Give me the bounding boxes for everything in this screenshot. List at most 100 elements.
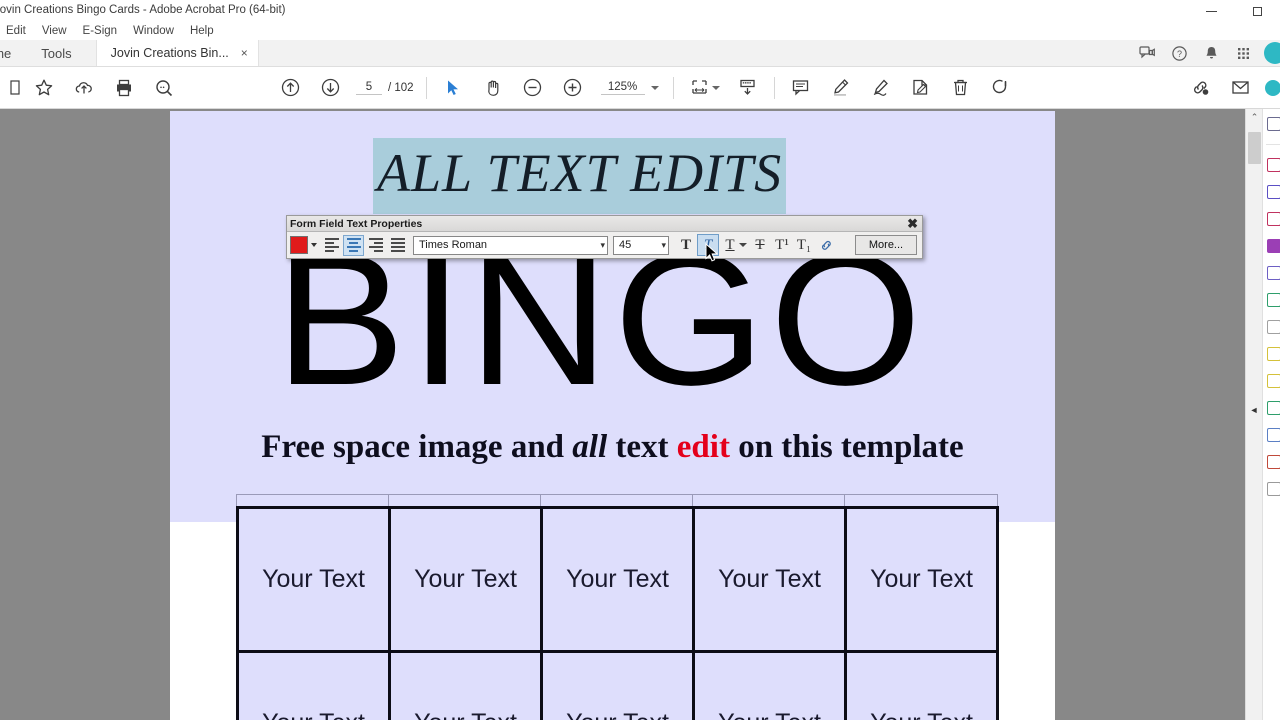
bingo-cell[interactable]: Your Text <box>388 506 543 653</box>
scrollbar-thumb[interactable] <box>1248 132 1261 164</box>
rail-tool-icon[interactable] <box>1267 374 1280 388</box>
bingo-cell[interactable]: Your Text <box>844 650 999 720</box>
chevron-down-icon[interactable] <box>311 243 317 247</box>
bingo-cell[interactable]: Your Text <box>540 506 695 653</box>
italic-icon: T <box>703 236 713 253</box>
strikethrough-button[interactable]: T <box>749 234 771 256</box>
align-right-button[interactable] <box>365 235 386 256</box>
rail-tool-icon[interactable] <box>1267 293 1280 307</box>
form-field-text-properties-dialog[interactable]: Form Field Text Properties ✖ Times Roman <box>286 215 923 259</box>
align-center-button[interactable] <box>343 234 364 256</box>
align-right-icon <box>368 238 383 252</box>
italic-button[interactable]: T <box>697 234 719 256</box>
scroll-mode-icon[interactable] <box>728 67 768 109</box>
maximize-button[interactable] <box>1234 0 1280 22</box>
rail-tool-icon[interactable] <box>1267 266 1280 280</box>
text-color-picker[interactable] <box>290 236 320 254</box>
page-number-input[interactable]: 5 <box>356 81 382 95</box>
window-controls <box>1188 0 1280 22</box>
close-icon[interactable]: × <box>241 47 248 59</box>
menu-item-edit[interactable]: Edit <box>0 25 34 37</box>
subtitle-part3: on this template <box>729 429 964 465</box>
scroll-up-button[interactable]: ⌃ <box>1246 109 1263 126</box>
font-family-value: Times Roman <box>419 239 488 251</box>
rail-tool-icon[interactable] <box>1267 401 1280 415</box>
upload-cloud-icon[interactable] <box>64 67 104 109</box>
document-viewport[interactable]: ALL TEXT EDITS BINGO Free space image an… <box>0 109 1280 720</box>
underline-button[interactable]: T <box>719 234 741 256</box>
rail-tool-icon[interactable] <box>1267 117 1280 131</box>
document-tab[interactable]: Jovin Creations Bin... × <box>95 40 259 66</box>
font-size-select[interactable]: 45 ▾ <box>613 235 669 255</box>
comment-icon[interactable] <box>781 67 821 109</box>
bold-button[interactable]: T <box>675 234 697 256</box>
close-icon[interactable]: ✖ <box>907 217 918 230</box>
rail-tool-icon[interactable] <box>1267 212 1280 226</box>
email-icon[interactable] <box>1220 67 1260 109</box>
help-icon[interactable]: ? <box>1164 40 1194 67</box>
select-tool-button[interactable] <box>433 67 473 109</box>
align-justify-icon <box>390 238 405 252</box>
superscript-button[interactable]: T¹ <box>771 234 793 256</box>
account-icon[interactable] <box>1260 67 1280 109</box>
properties-toolbar-body: Times Roman ▾ 45 ▾ T T T T T¹ T₁ More... <box>287 232 922 258</box>
bingo-cell[interactable]: Your Text <box>236 506 391 653</box>
rail-tool-icon[interactable] <box>1267 482 1280 496</box>
bingo-cell[interactable]: Your Text <box>692 650 847 720</box>
headline-text-field[interactable]: ALL TEXT EDITS <box>373 138 787 214</box>
chevron-down-icon[interactable] <box>711 85 720 90</box>
font-family-select[interactable]: Times Roman ▾ <box>413 235 608 255</box>
bingo-cell[interactable]: Your Text <box>236 650 391 720</box>
zoom-in-button[interactable] <box>553 67 593 109</box>
bingo-cell[interactable]: Your Text <box>692 506 847 653</box>
draw-icon[interactable] <box>861 67 901 109</box>
rail-tool-icon[interactable] <box>1267 320 1280 334</box>
minimize-button[interactable] <box>1188 0 1234 22</box>
align-left-button[interactable] <box>321 235 342 256</box>
user-avatar[interactable] <box>1264 42 1280 64</box>
notification-bell-icon[interactable] <box>1196 40 1226 67</box>
menu-item-esign[interactable]: E-Sign <box>75 25 126 37</box>
collapse-panel-button[interactable]: ◄ <box>1248 400 1260 420</box>
tab-tools[interactable]: Tools <box>25 40 87 66</box>
link-icon <box>821 240 831 250</box>
tab-home[interactable]: ome <box>0 40 25 66</box>
rotate-icon[interactable] <box>981 67 1021 109</box>
search-icon[interactable] <box>144 67 184 109</box>
rail-tool-icon[interactable] <box>1267 239 1280 253</box>
menu-item-window[interactable]: Window <box>125 25 182 37</box>
zoom-out-button[interactable] <box>513 67 553 109</box>
rail-tool-icon[interactable] <box>1267 428 1280 442</box>
zoom-level-control[interactable]: 125% <box>600 81 659 95</box>
menu-item-help[interactable]: Help <box>182 25 222 37</box>
more-button[interactable]: More... <box>855 235 917 255</box>
bingo-cell[interactable]: Your Text <box>844 506 999 653</box>
subscript-button[interactable]: T₁ <box>793 234 815 256</box>
subtitle-part2: text <box>607 429 677 465</box>
apps-grid-icon[interactable] <box>1228 40 1258 67</box>
align-justify-button[interactable] <box>387 235 408 256</box>
rail-tool-icon[interactable] <box>1267 455 1280 469</box>
rail-tool-icon[interactable] <box>1267 158 1280 172</box>
chevron-down-icon[interactable] <box>739 243 747 247</box>
feedback-icon[interactable] <box>1132 40 1162 67</box>
highlight-icon[interactable] <box>821 67 861 109</box>
previous-page-button[interactable] <box>270 67 310 109</box>
sidebar-toggle-icon[interactable] <box>0 67 24 109</box>
share-link-icon[interactable] <box>1180 67 1220 109</box>
star-icon[interactable] <box>24 67 64 109</box>
bingo-cell[interactable]: Your Text <box>540 650 695 720</box>
hand-tool-button[interactable] <box>473 67 513 109</box>
next-page-button[interactable] <box>310 67 350 109</box>
print-icon[interactable] <box>104 67 144 109</box>
properties-title-bar[interactable]: Form Field Text Properties ✖ <box>287 216 922 232</box>
bingo-cell[interactable]: Your Text <box>388 650 543 720</box>
rail-tool-icon[interactable] <box>1267 185 1280 199</box>
delete-icon[interactable] <box>941 67 981 109</box>
properties-title-label: Form Field Text Properties <box>290 217 423 230</box>
link-button[interactable] <box>815 234 837 256</box>
rail-tool-icon[interactable] <box>1267 347 1280 361</box>
text-color-swatch[interactable] <box>290 236 308 254</box>
menu-item-view[interactable]: View <box>34 25 75 37</box>
stamp-icon[interactable] <box>901 67 941 109</box>
